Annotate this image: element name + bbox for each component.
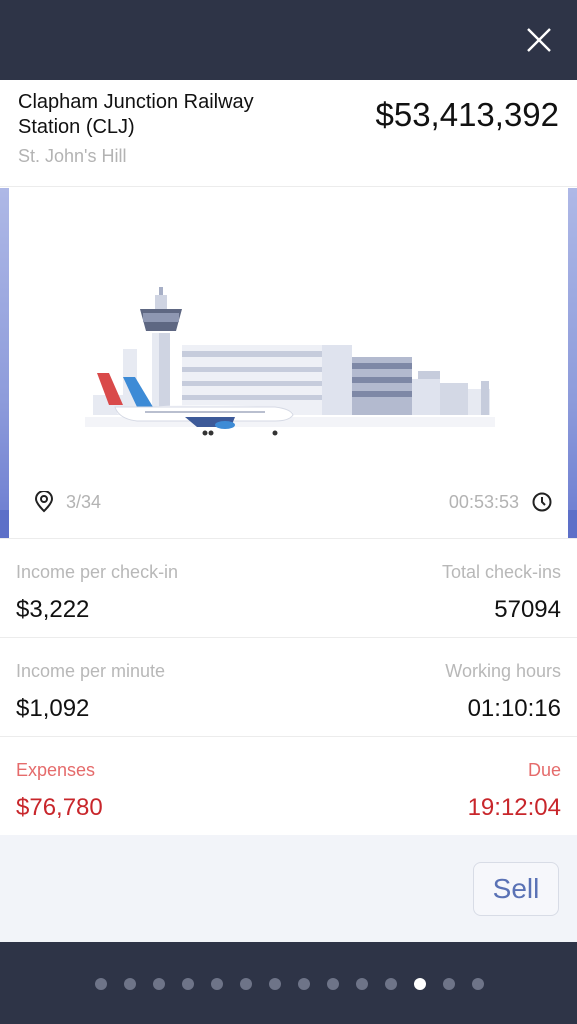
property-card: Clapham Junction Railway Station (CLJ) S… bbox=[0, 80, 577, 942]
stat-row-expenses: Expenses Due $76,780 19:12:04 bbox=[0, 736, 577, 835]
total-checkins-label: Total check-ins bbox=[441, 562, 561, 582]
station-name: Clapham Junction Railway Station (CLJ) bbox=[18, 91, 254, 138]
stat-row-minutes: Income per minute Working hours $1,092 0… bbox=[0, 637, 577, 736]
page-dot[interactable] bbox=[472, 978, 484, 990]
clock-icon bbox=[532, 492, 552, 512]
page-dot[interactable] bbox=[327, 978, 339, 990]
page-dot[interactable] bbox=[211, 978, 223, 990]
property-header: Clapham Junction Railway Station (CLJ) S… bbox=[0, 80, 577, 187]
airport-illustration: 3/34 00:53:53 bbox=[0, 188, 577, 538]
page-dots bbox=[95, 978, 501, 990]
page-dot[interactable] bbox=[298, 978, 310, 990]
page-dot[interactable] bbox=[95, 978, 107, 990]
page-dot[interactable] bbox=[269, 978, 281, 990]
close-button[interactable] bbox=[523, 24, 555, 56]
income-per-checkin-value: $3,222 bbox=[16, 596, 90, 623]
page-dot[interactable] bbox=[124, 978, 136, 990]
page-dot[interactable] bbox=[240, 978, 252, 990]
page-dot[interactable] bbox=[443, 978, 455, 990]
total-checkins-value: 57094 bbox=[494, 596, 561, 623]
working-hours-label: Working hours bbox=[445, 661, 561, 681]
card-footer: Sell bbox=[0, 835, 577, 942]
page-dot[interactable] bbox=[182, 978, 194, 990]
position-indicator: 3/34 bbox=[34, 491, 101, 513]
stats-section: Income per check-in Total check-ins $3,2… bbox=[0, 538, 577, 835]
timer-text: 00:53:53 bbox=[448, 491, 519, 512]
page-dot[interactable] bbox=[414, 978, 426, 990]
close-icon bbox=[527, 28, 551, 52]
income-per-minute-value: $1,092 bbox=[16, 695, 90, 722]
stat-row-checkins: Income per check-in Total check-ins $3,2… bbox=[0, 538, 577, 637]
income-per-checkin-label: Income per check-in bbox=[16, 562, 179, 582]
station-price: $53,413,392 bbox=[375, 96, 559, 133]
position-text: 3/34 bbox=[66, 491, 102, 512]
sell-button[interactable]: Sell bbox=[473, 862, 559, 916]
airport-terminal-image bbox=[85, 287, 495, 436]
timer-indicator: 00:53:53 bbox=[449, 491, 553, 513]
next-card-edge[interactable] bbox=[568, 188, 577, 538]
location-pin-icon bbox=[34, 491, 54, 513]
income-per-minute-label: Income per minute bbox=[16, 661, 166, 681]
pager-bar bbox=[0, 942, 577, 1024]
expenses-value: $76,780 bbox=[16, 794, 103, 821]
page-dot[interactable] bbox=[356, 978, 368, 990]
page-dot[interactable] bbox=[385, 978, 397, 990]
page-dot[interactable] bbox=[153, 978, 165, 990]
station-street: St. John's Hill bbox=[18, 146, 127, 166]
working-hours-value: 01:10:16 bbox=[467, 695, 561, 722]
due-label: Due bbox=[527, 760, 561, 780]
due-value: 19:12:04 bbox=[467, 794, 561, 821]
modal-top-bar bbox=[0, 0, 577, 80]
prev-card-edge[interactable] bbox=[0, 188, 9, 538]
expenses-label: Expenses bbox=[16, 760, 96, 780]
